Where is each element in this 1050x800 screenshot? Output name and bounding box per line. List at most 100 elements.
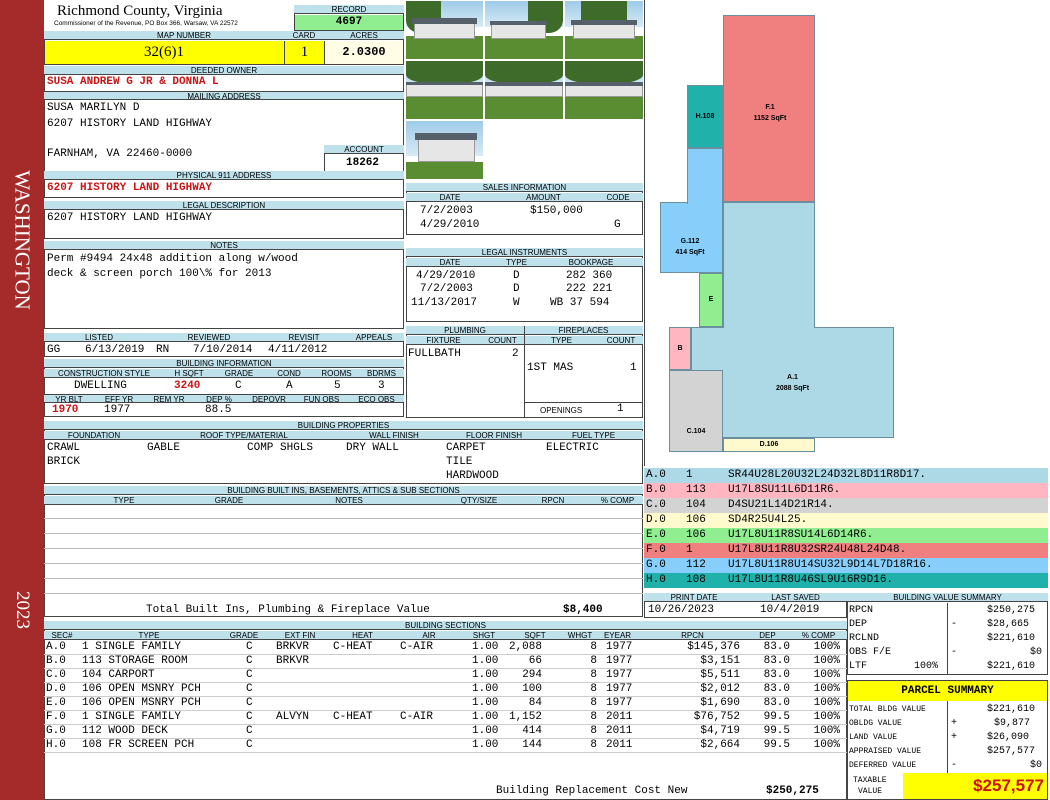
builtins-label: BUILDING BUILT INS, BASEMENTS, ATTICS & … bbox=[44, 486, 643, 495]
ps-taxable-label2: VALUE bbox=[858, 787, 883, 796]
openings-count: 1 bbox=[617, 403, 624, 415]
section-cell: 100% bbox=[813, 725, 840, 737]
instr-date: 7/2/2003 bbox=[420, 283, 473, 295]
section-cell: 1 SINGLE FAMILY bbox=[82, 641, 182, 653]
sketch-section-a bbox=[723, 202, 815, 327]
section-col-header: HEAT bbox=[330, 631, 395, 640]
ps-land: $26,090 bbox=[987, 732, 1030, 743]
sales-col-amount: AMOUNT bbox=[494, 193, 593, 202]
legend-sec: C.0 bbox=[646, 499, 666, 511]
section-cell: 414 bbox=[522, 725, 542, 737]
property-photo bbox=[405, 0, 484, 60]
section-cell: 100% bbox=[813, 655, 840, 667]
sketch-legend-row: E.0 106 U17L8U11R8SU14L6D14R6. bbox=[644, 528, 1048, 543]
county-title: Richmond County, Virginia bbox=[57, 3, 223, 19]
section-cell: 100% bbox=[813, 669, 840, 681]
floor-2: TILE bbox=[446, 456, 473, 468]
property-photo bbox=[484, 60, 564, 120]
owner-name: SUSA ANDREW G JR & DONNA L bbox=[47, 76, 219, 88]
legend-sec: A.0 bbox=[646, 469, 666, 481]
legend-path: SR44U28L20U32L24D32L8D11R8D17. bbox=[728, 469, 927, 481]
section-cell: D.0 bbox=[46, 683, 66, 695]
section-cell: C bbox=[246, 739, 253, 751]
print-date-label: PRINT DATE bbox=[644, 593, 744, 602]
legend-path: U17L8U11R8U14SU32L9D14L7D18R16. bbox=[728, 559, 933, 571]
col-hsqft: H SQFT bbox=[164, 369, 214, 378]
last-saved-label: LAST SAVED bbox=[744, 593, 847, 602]
roof-type: GABLE bbox=[147, 442, 181, 454]
section-cell: 83.0 bbox=[763, 641, 790, 653]
foundation-2: BRICK bbox=[47, 456, 81, 468]
section-cell: C-HEAT bbox=[333, 711, 373, 723]
section-cell: 1.00 bbox=[472, 655, 499, 667]
section-cell: F.0 bbox=[46, 711, 66, 723]
sketch-area: 2088 SqFt bbox=[775, 385, 810, 392]
section-cell: C bbox=[246, 641, 253, 653]
instr-book: 222 221 bbox=[566, 283, 613, 295]
legal-label: LEGAL DESCRIPTION bbox=[44, 201, 404, 210]
section-cell: 1977 bbox=[606, 697, 633, 709]
section-cell: 99.5 bbox=[763, 739, 790, 751]
col-bi-type: TYPE bbox=[44, 496, 204, 505]
reviewed-by: RN bbox=[156, 344, 170, 356]
account-label: ACCOUNT bbox=[324, 145, 404, 154]
col-cond: COND bbox=[264, 369, 314, 378]
account-number: 18262 bbox=[346, 157, 380, 169]
section-cell: BRKVR bbox=[276, 655, 310, 667]
instr-book: WB 37 594 bbox=[550, 297, 610, 309]
acres-value: 2.0300 bbox=[324, 41, 403, 64]
legend-code: 106 bbox=[686, 514, 706, 526]
col-remyr: REM YR bbox=[144, 394, 194, 403]
mailing-line1: SUSA MARILYN D bbox=[47, 102, 140, 114]
roof-material: COMP SHGLS bbox=[247, 442, 314, 454]
sale-date: 7/2/2003 bbox=[420, 205, 473, 217]
col-yrblt: YR BLT bbox=[44, 394, 94, 403]
sketch-label: B bbox=[677, 345, 683, 352]
commissioner-address: Commissioner of the Revenue, PO Box 366,… bbox=[54, 20, 238, 27]
section-col-header: EXT FIN bbox=[270, 631, 330, 640]
eff-year: 1977 bbox=[104, 404, 131, 416]
sections-label: BUILDING SECTIONS bbox=[44, 621, 847, 630]
sketch-label: E bbox=[708, 296, 714, 303]
section-cell: $76,752 bbox=[693, 711, 740, 723]
col-fixture: FIXTURE bbox=[406, 336, 481, 345]
ps-deferred-label: DEFERRED VALUE bbox=[849, 761, 917, 770]
grade-value: C bbox=[235, 380, 242, 392]
plumbing-fixture: FULLBATH bbox=[408, 348, 461, 360]
legend-code: 106 bbox=[686, 529, 706, 541]
col-grade: GRADE bbox=[214, 369, 264, 378]
legend-path: SD4R25U4L25. bbox=[728, 514, 808, 526]
section-cell: G.0 bbox=[46, 725, 66, 737]
vs-rpcn-label: RPCN bbox=[849, 605, 874, 616]
ps-obldg-sign: + bbox=[951, 718, 958, 729]
legend-path: U17L8U11R8SU14L6D14R6. bbox=[728, 529, 874, 541]
heated-sqft: 3240 bbox=[174, 380, 201, 392]
legend-code: 108 bbox=[686, 574, 706, 586]
section-cell: 1 SINGLE FAMILY bbox=[82, 711, 182, 723]
legend-sec: G.0 bbox=[646, 559, 666, 571]
legend-path: D4SU21L14D21R14. bbox=[728, 499, 834, 511]
section-cell: C bbox=[246, 697, 253, 709]
instr-col-book: BOOKPAGE bbox=[539, 258, 643, 267]
section-cell: 100% bbox=[813, 683, 840, 695]
year-built: 1970 bbox=[52, 404, 79, 416]
section-cell: C bbox=[246, 725, 253, 737]
section-cell: 1,152 bbox=[508, 711, 542, 723]
dep-pct: 88.5 bbox=[205, 404, 232, 416]
revisit-date: 4/11/2012 bbox=[268, 344, 328, 356]
fireplaces-label: FIREPLACES bbox=[524, 326, 643, 335]
section-cell: $145,376 bbox=[687, 641, 740, 653]
ps-land-label: LAND VALUE bbox=[849, 733, 898, 742]
map-label: MAP NUMBER bbox=[44, 31, 324, 40]
col-style: CONSTRUCTION STYLE bbox=[44, 369, 164, 378]
acres-label: ACRES bbox=[324, 31, 404, 40]
legend-code: 1 bbox=[686, 469, 693, 481]
col-wall: WALL FINISH bbox=[344, 431, 444, 440]
section-cell: A.0 bbox=[46, 641, 66, 653]
section-cell: 1.00 bbox=[472, 697, 499, 709]
legend-sec: H.0 bbox=[646, 574, 666, 586]
mailing-line2: 6207 HISTORY LAND HIGHWAY bbox=[47, 118, 213, 130]
section-cell: 100% bbox=[813, 641, 840, 653]
section-cell: 1.00 bbox=[472, 725, 499, 737]
fireplace-type: 1ST MAS bbox=[527, 362, 574, 374]
